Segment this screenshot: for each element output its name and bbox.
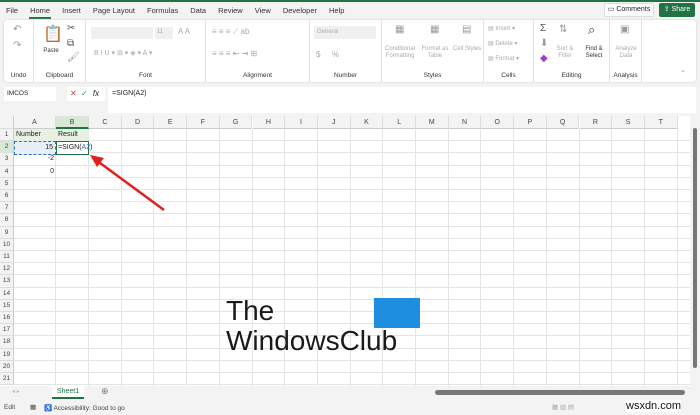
annotation-arrow [90,155,165,212]
